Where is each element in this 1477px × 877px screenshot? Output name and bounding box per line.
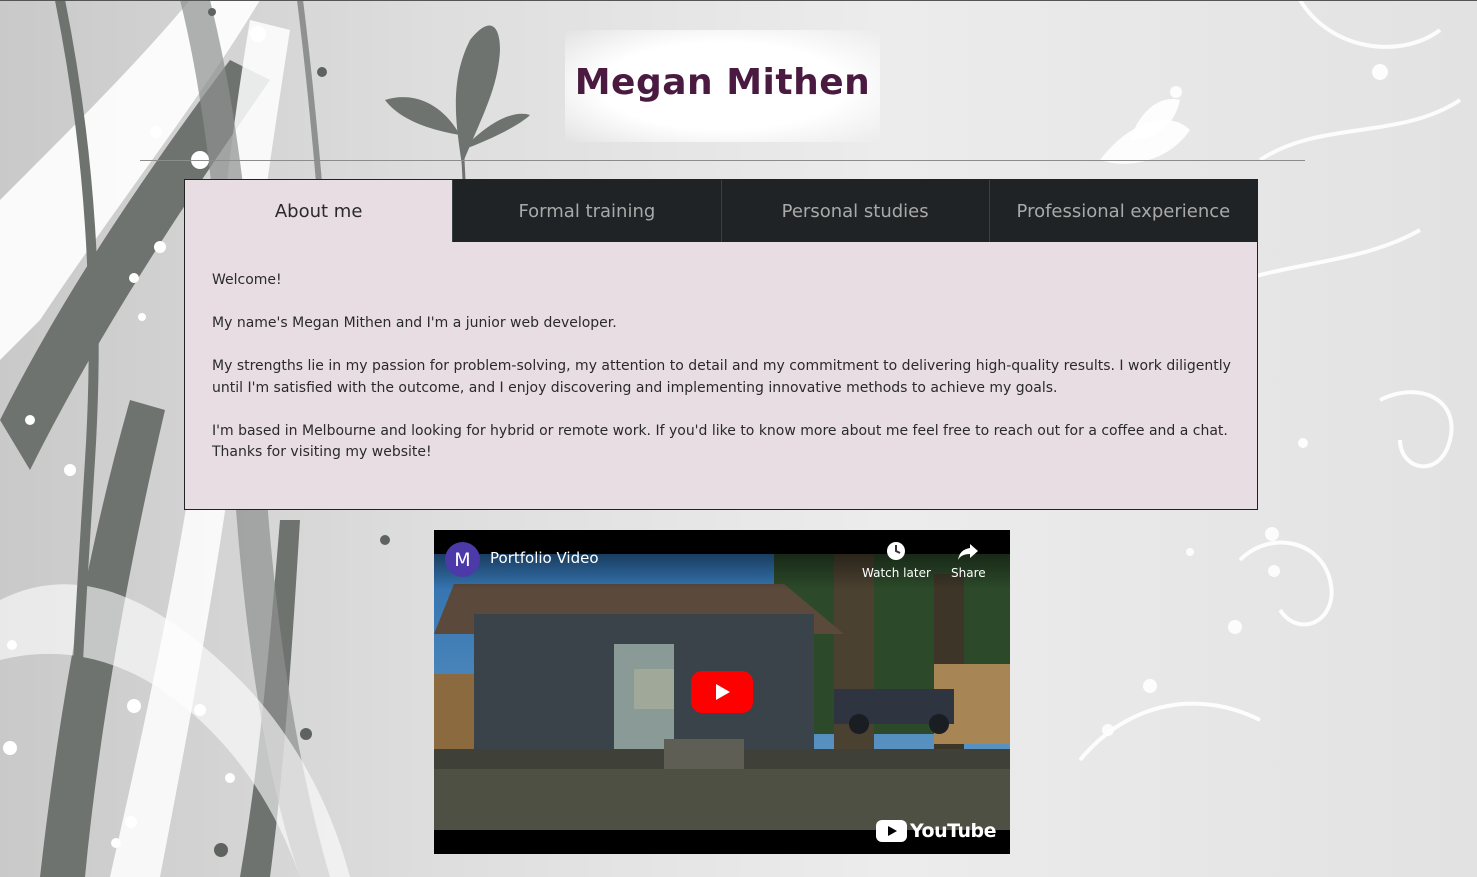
youtube-logo[interactable]: YouTube (876, 820, 996, 842)
about-content: Welcome! My name's Megan Mithen and I'm … (185, 242, 1257, 464)
play-icon (716, 684, 730, 700)
top-border-line (0, 0, 1477, 1)
header-divider (140, 160, 1305, 161)
play-button[interactable] (691, 671, 753, 713)
about-paragraph-welcome: Welcome! (212, 272, 282, 288)
watch-later-button[interactable]: Watch later (862, 540, 931, 580)
watch-later-label: Watch later (862, 566, 931, 580)
about-paragraph-intro: My name's Megan Mithen and I'm a junior … (212, 315, 617, 331)
tab-panel: About me Formal training Personal studie… (184, 179, 1258, 510)
tab-bar: About me Formal training Personal studie… (185, 180, 1257, 242)
tab-about-me[interactable]: About me (185, 180, 453, 242)
share-button[interactable]: Share (951, 540, 986, 580)
youtube-play-icon (887, 826, 897, 836)
share-arrow-icon (958, 544, 979, 560)
tab-professional-experience[interactable]: Professional experience (988, 180, 1257, 242)
youtube-brand-label: YouTube (910, 820, 996, 842)
tab-personal-studies[interactable]: Personal studies (720, 180, 989, 242)
site-title: Megan Mithen (574, 62, 871, 103)
clock-icon (887, 542, 906, 560)
about-paragraph-strengths: My strengths lie in my passion for probl… (212, 358, 1231, 396)
share-label: Share (951, 566, 986, 580)
channel-avatar[interactable]: M (445, 542, 480, 577)
video-title[interactable]: Portfolio Video (490, 549, 599, 567)
youtube-logo-mark (876, 820, 908, 842)
tab-formal-training[interactable]: Formal training (452, 180, 721, 242)
youtube-video-embed[interactable]: M Portfolio Video Watch later Share YouT… (434, 530, 1010, 854)
about-paragraph-location: I'm based in Melbourne and looking for h… (212, 422, 1228, 461)
